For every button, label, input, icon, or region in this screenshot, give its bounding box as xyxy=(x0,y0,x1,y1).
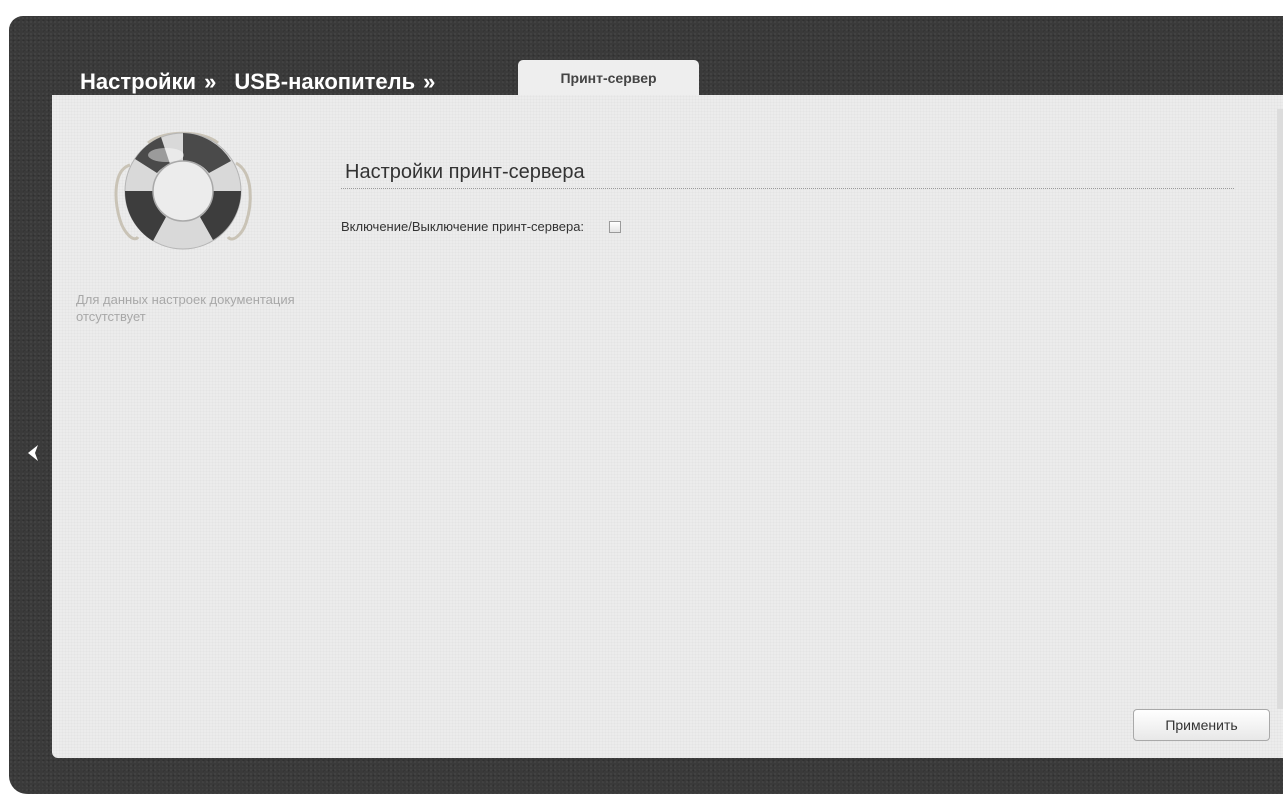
tab-print-server-label: Принт-сервер xyxy=(560,70,657,86)
breadcrumb-item-settings-label[interactable]: Настройки xyxy=(80,69,197,96)
breadcrumb-item-usb[interactable]: USB-накопитель » xyxy=(234,68,435,96)
breadcrumb-separator: » xyxy=(423,69,436,94)
breadcrumb-separator: » xyxy=(204,69,217,94)
scrollbar[interactable] xyxy=(1277,109,1283,709)
section-title-text: Настройки принт-сервера xyxy=(345,161,585,183)
section-title: Настройки принт-сервера xyxy=(341,161,1234,189)
main-panel: Для данных настроек документация отсутст… xyxy=(52,95,1283,758)
print-server-enable-checkbox[interactable] xyxy=(609,221,621,233)
chevron-left-icon[interactable] xyxy=(23,441,43,465)
breadcrumb: Настройки » USB-накопитель » xyxy=(80,62,453,96)
print-server-enable-label: Включение/Выключение принт-сервера: xyxy=(341,219,585,234)
breadcrumb-item-usb-label[interactable]: USB-накопитель xyxy=(234,69,415,94)
lifebuoy-icon xyxy=(114,131,252,250)
apply-button[interactable]: Применить xyxy=(1133,709,1270,741)
breadcrumb-item-settings[interactable]: Настройки » xyxy=(80,68,216,96)
help-text: Для данных настроек документация отсутст… xyxy=(76,292,295,324)
tab-print-server[interactable]: Принт-сервер xyxy=(518,60,699,96)
